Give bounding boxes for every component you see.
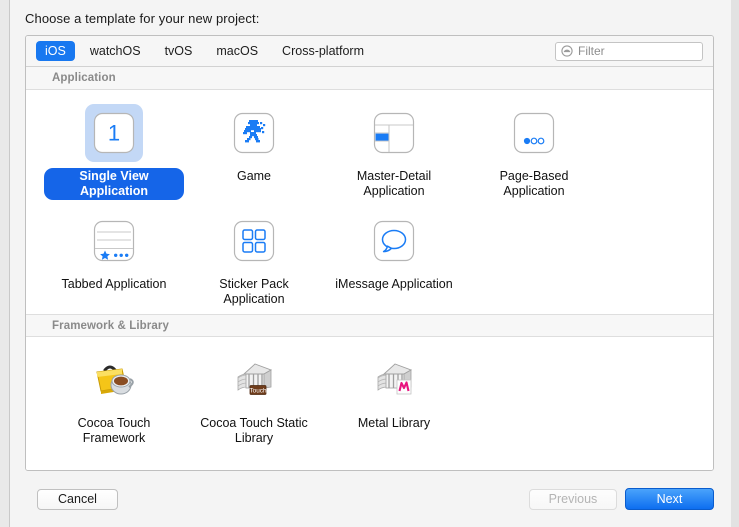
imessage-bubble-icon [373, 220, 415, 262]
filter-search-field[interactable]: Filter [555, 41, 703, 61]
library-touch-icon: Touch [237, 363, 273, 395]
filter-placeholder-text: Filter [578, 44, 605, 58]
platform-tabbar: iOS watchOS tvOS macOS Cross-platform Fi… [26, 36, 713, 67]
sticker-pack-icon-box [225, 212, 283, 270]
template-label: Tabbed Application [61, 277, 167, 291]
section-header-framework-library: Framework & Library [26, 314, 713, 337]
template-browser: iOS watchOS tvOS macOS Cross-platform Fi… [25, 35, 714, 471]
template-list[interactable]: Application 1 Single View Application Ga… [26, 67, 713, 470]
sticker-pack-icon [233, 220, 275, 262]
template-page-based-application[interactable]: Page-Based Application [464, 98, 604, 206]
imessage-icon-box [365, 212, 423, 270]
template-tabbed-application[interactable]: Tabbed Application [44, 206, 184, 314]
template-label: Page-Based Application [499, 169, 569, 198]
tabbed-icon [93, 220, 135, 262]
dialog-footer: Cancel Previous Next [10, 471, 731, 527]
single-view-icon-box: 1 [85, 104, 143, 162]
template-sticker-pack-application[interactable]: Sticker Pack Application [184, 206, 324, 314]
filter-container: Filter [555, 41, 703, 61]
game-sprite-icon [233, 112, 275, 154]
template-single-view-application[interactable]: 1 Single View Application [44, 98, 184, 206]
template-label: Single View Application [44, 168, 184, 200]
tab-tvos[interactable]: tvOS [156, 41, 202, 61]
previous-button[interactable]: Previous [529, 488, 617, 510]
tab-macos[interactable]: macOS [207, 41, 267, 61]
master-detail-icon [373, 112, 415, 154]
metal-library-icon-box [365, 351, 423, 409]
library-metal-icon [377, 363, 413, 395]
cocoa-touch-framework-icon-box [85, 351, 143, 409]
tab-watchos[interactable]: watchOS [81, 41, 150, 61]
single-view-icon: 1 [93, 112, 135, 154]
cocoa-touch-static-library-icon-box: Touch [225, 351, 283, 409]
template-label: Sticker Pack Application [219, 277, 289, 306]
template-label: Game [236, 169, 272, 183]
application-template-grid: 1 Single View Application Game Master-De… [26, 90, 713, 314]
template-game[interactable]: Game [184, 98, 324, 206]
master-detail-icon-box [365, 104, 423, 162]
template-label: Metal Library [357, 416, 431, 430]
section-title: Application [52, 72, 116, 84]
tabbed-icon-box [85, 212, 143, 270]
template-label: Cocoa Touch Static Library [200, 416, 308, 445]
template-imessage-application[interactable]: iMessage Application [324, 206, 464, 314]
template-label: Master-Detail Application [356, 169, 432, 198]
page-title: Choose a template for your new project: [25, 11, 260, 26]
cancel-button[interactable]: Cancel [37, 488, 118, 510]
svg-text:Touch: Touch [249, 387, 266, 394]
page-based-icon [513, 112, 555, 154]
tab-cross-platform[interactable]: Cross-platform [273, 41, 373, 61]
template-metal-library[interactable]: Metal Library [324, 345, 464, 453]
page-based-icon-box [505, 104, 563, 162]
toolbox-coffee-icon [96, 365, 134, 395]
tab-ios[interactable]: iOS [36, 41, 75, 61]
next-button[interactable]: Next [625, 488, 714, 510]
template-cocoa-touch-framework[interactable]: Cocoa Touch Framework [44, 345, 184, 453]
template-cocoa-touch-static-library[interactable]: Touch Cocoa Touch Static Library [184, 345, 324, 453]
section-title: Framework & Library [52, 319, 169, 332]
filter-icon [561, 45, 573, 57]
section-header-application: Application [26, 67, 713, 90]
window-left-edge [0, 0, 10, 527]
template-label: iMessage Application [335, 277, 453, 291]
game-icon-box [225, 104, 283, 162]
dialog-body: Choose a template for your new project: … [10, 0, 731, 527]
new-project-template-dialog: Choose a template for your new project: … [0, 0, 739, 527]
template-label: Cocoa Touch Framework [77, 416, 151, 445]
template-master-detail-application[interactable]: Master-Detail Application [324, 98, 464, 206]
framework-template-grid: Cocoa Touch Framework Touch Cocoa Touch … [26, 337, 713, 453]
svg-text:1: 1 [108, 121, 120, 146]
